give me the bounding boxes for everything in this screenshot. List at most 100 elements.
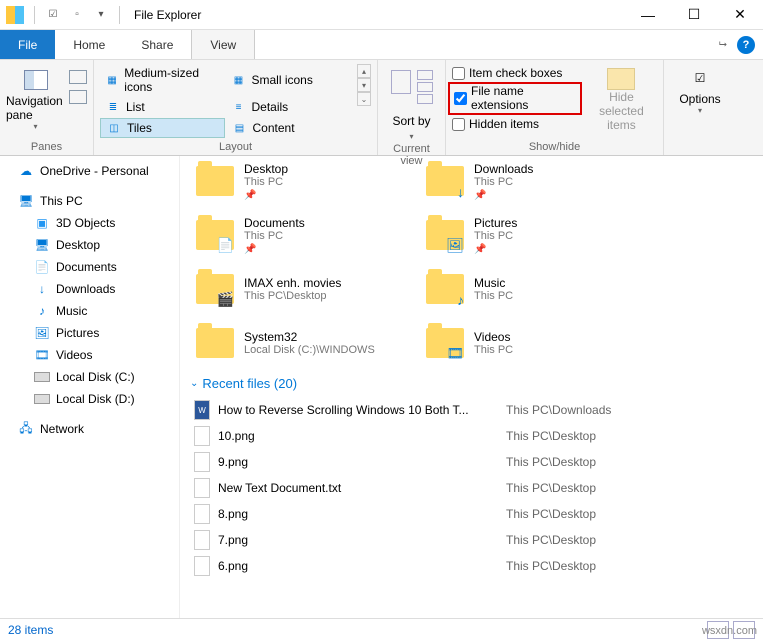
item-check-boxes-checkbox[interactable]: Item check boxes: [452, 66, 578, 80]
tab-share[interactable]: Share: [123, 30, 191, 59]
recent-file-row[interactable]: 10.png This PC\Desktop: [190, 423, 753, 449]
file-icon: [194, 504, 210, 524]
hide-items-icon: [607, 68, 635, 90]
tab-view[interactable]: View: [191, 30, 255, 59]
layout-details[interactable]: ≡Details: [226, 98, 350, 116]
layout-medium-icons[interactable]: ▦Medium-sized icons: [100, 64, 224, 96]
tile-name: Documents: [244, 216, 305, 230]
options-button[interactable]: ☑ Options ▾: [670, 64, 730, 115]
folder-icon: [194, 160, 236, 202]
sort-icon: [391, 70, 411, 94]
folder-icon: ♪: [424, 268, 466, 310]
nav-localdisk-c[interactable]: Local Disk (C:): [0, 366, 179, 388]
window-title: File Explorer: [134, 8, 201, 22]
layout-content[interactable]: ▤Content: [227, 118, 350, 138]
item-count: 28 items: [8, 623, 53, 637]
nav-network[interactable]: 🖧Network: [0, 418, 179, 440]
nav-3dobjects[interactable]: ▣3D Objects: [0, 212, 179, 234]
nav-onedrive[interactable]: ☁OneDrive - Personal: [0, 160, 179, 182]
maximize-button[interactable]: ☐: [671, 0, 717, 30]
preview-pane-icon[interactable]: [69, 70, 87, 84]
folder-tile[interactable]: System32Local Disk (C:)\WINDOWS: [190, 318, 400, 368]
details-pane-icon[interactable]: [69, 90, 87, 104]
qat-check-icon[interactable]: ☑: [43, 5, 63, 25]
nav-documents[interactable]: 📄Documents: [0, 256, 179, 278]
file-name: New Text Document.txt: [218, 481, 498, 495]
file-path: This PC\Desktop: [506, 429, 596, 443]
folder-tile[interactable]: 🖼 PicturesThis PC📌: [420, 210, 630, 260]
options-icon: ☑: [688, 68, 712, 88]
layout-list[interactable]: ≣List: [100, 98, 224, 116]
recent-file-row[interactable]: 6.png This PC\Desktop: [190, 553, 753, 579]
file-icon: [194, 530, 210, 550]
layout-small-icons[interactable]: ▦Small icons: [226, 64, 350, 96]
folder-icon: 🎞: [424, 322, 466, 364]
close-button[interactable]: ✕: [717, 0, 763, 30]
recent-files-header[interactable]: ⌄Recent files (20): [190, 376, 753, 391]
watermark: wsxdn.com: [702, 625, 757, 637]
tile-name: System32: [244, 330, 375, 344]
nav-tree[interactable]: ☁OneDrive - Personal 🖥This PC ▣3D Object…: [0, 156, 180, 618]
layout-tiles[interactable]: ◫Tiles: [100, 118, 225, 138]
navigation-pane-icon: [24, 70, 48, 90]
content-area: ☁OneDrive - Personal 🖥This PC ▣3D Object…: [0, 156, 763, 618]
folder-tile[interactable]: 📄 DocumentsThis PC📌: [190, 210, 400, 260]
titlebar: ☑ ▫ ▾ File Explorer — ☐ ✕: [0, 0, 763, 30]
nav-thispc[interactable]: 🖥This PC: [0, 190, 179, 212]
nav-desktop[interactable]: 🖥Desktop: [0, 234, 179, 256]
recent-file-row[interactable]: 8.png This PC\Desktop: [190, 501, 753, 527]
panes-group-label: Panes: [6, 139, 87, 153]
quick-access-toolbar: ☑ ▫ ▾: [30, 5, 124, 25]
recent-file-row[interactable]: W How to Reverse Scrolling Windows 10 Bo…: [190, 397, 753, 423]
folder-tile[interactable]: DesktopThis PC📌: [190, 156, 400, 206]
file-name: 7.png: [218, 533, 498, 547]
help-icon[interactable]: ?: [737, 36, 755, 54]
tile-name: Downloads: [474, 162, 533, 176]
folder-tile[interactable]: ↓ DownloadsThis PC📌: [420, 156, 630, 206]
tab-home[interactable]: Home: [55, 30, 123, 59]
groupby-icon[interactable]: [417, 70, 433, 80]
file-icon: [194, 556, 210, 576]
menu-bar: File Home Share View ⮡ ?: [0, 30, 763, 60]
app-icon: [6, 6, 24, 24]
file-icon: [194, 478, 210, 498]
tile-sub: This PC: [474, 290, 513, 302]
file-name: 10.png: [218, 429, 498, 443]
qat-folder-icon[interactable]: ▫: [67, 5, 87, 25]
window-controls: — ☐ ✕: [625, 0, 763, 30]
nav-downloads[interactable]: ↓Downloads: [0, 278, 179, 300]
sort-by-button[interactable]: Sort by: [392, 114, 430, 128]
recent-file-row[interactable]: 7.png This PC\Desktop: [190, 527, 753, 553]
folder-tile[interactable]: 🎬 IMAX enh. moviesThis PC\Desktop: [190, 264, 400, 314]
tile-sub: This PC: [244, 230, 305, 242]
nav-pictures[interactable]: 🖼Pictures: [0, 322, 179, 344]
file-name: 8.png: [218, 507, 498, 521]
tile-sub: This PC\Desktop: [244, 290, 341, 302]
folder-tile[interactable]: 🎞 VideosThis PC: [420, 318, 630, 368]
tile-name: IMAX enh. movies: [244, 276, 341, 290]
nav-localdisk-d[interactable]: Local Disk (D:): [0, 388, 179, 410]
pin-icon: 📌: [474, 244, 517, 255]
folder-icon: [194, 322, 236, 364]
folder-tile[interactable]: ♪ MusicThis PC: [420, 264, 630, 314]
main-pane[interactable]: DesktopThis PC📌 ↓ DownloadsThis PC📌 📄 Docu…: [180, 156, 763, 618]
minimize-button[interactable]: —: [625, 0, 671, 30]
file-menu[interactable]: File: [0, 30, 55, 59]
pin-icon: 📌: [474, 190, 533, 201]
tile-name: Videos: [474, 330, 513, 344]
nav-music[interactable]: ♪Music: [0, 300, 179, 322]
file-icon: W: [194, 400, 210, 420]
file-name: How to Reverse Scrolling Windows 10 Both…: [218, 403, 498, 417]
file-name-extensions-checkbox[interactable]: File name extensions: [448, 82, 582, 115]
recent-file-row[interactable]: 9.png This PC\Desktop: [190, 449, 753, 475]
layout-scroll[interactable]: ▴▾⌄: [357, 64, 371, 106]
hidden-items-checkbox[interactable]: Hidden items: [452, 117, 578, 131]
recent-file-row[interactable]: New Text Document.txt This PC\Desktop: [190, 475, 753, 501]
addcolumns-icon[interactable]: [417, 82, 433, 92]
navigation-pane-button[interactable]: Navigation pane ▾: [6, 64, 65, 136]
sizecolumns-icon[interactable]: [417, 94, 433, 104]
tile-sub: This PC: [474, 344, 513, 356]
nav-videos[interactable]: 🎞Videos: [0, 344, 179, 366]
qat-dropdown-icon[interactable]: ▾: [91, 5, 111, 25]
minimize-ribbon-icon[interactable]: ⮡: [715, 37, 731, 53]
